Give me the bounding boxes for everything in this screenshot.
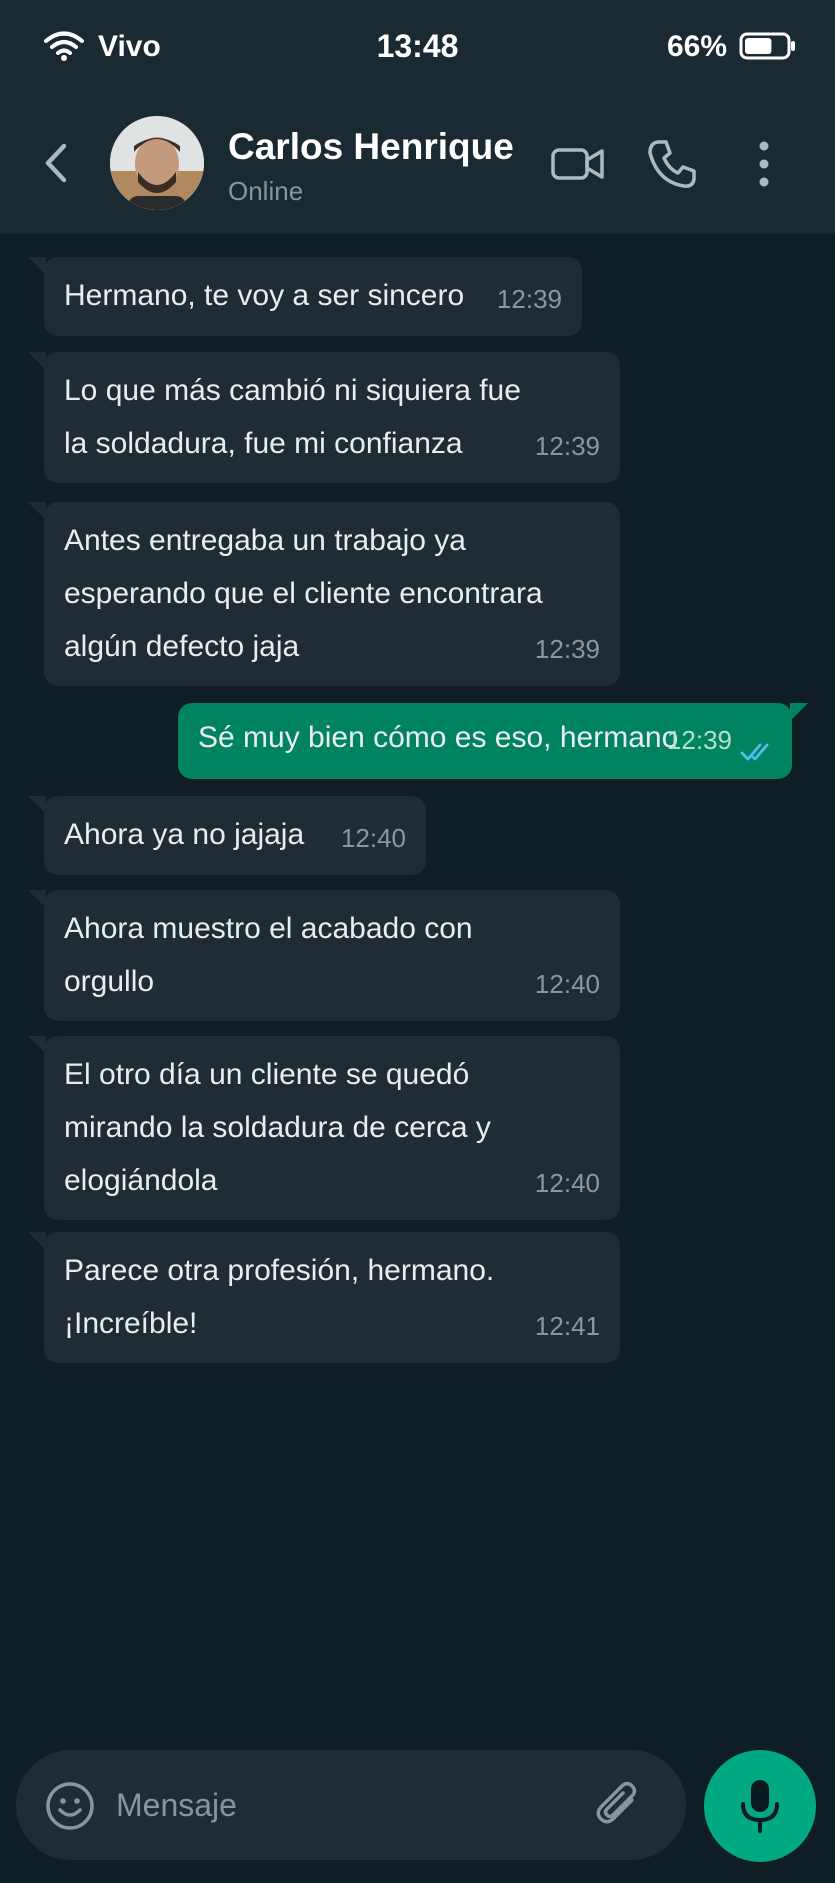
- attach-icon[interactable]: [592, 1776, 648, 1834]
- phone-icon[interactable]: [644, 136, 700, 192]
- message-composer: [16, 1750, 686, 1860]
- contact-status: Online: [228, 176, 304, 206]
- chat-screen: Vivo 13:48 66% Carlos Henrique Online He…: [0, 0, 835, 1883]
- message-time: 12:39: [534, 431, 600, 461]
- message-time: 12:40: [534, 1168, 600, 1198]
- message-text: Hermano, te voy a ser sincero: [64, 279, 465, 312]
- message-bubble[interactable]: Antes entregaba un trabajo ya esperando …: [28, 502, 620, 686]
- message-bubble[interactable]: Ahora muestro el acabado con orgullo 12:…: [28, 890, 620, 1021]
- message-text: Parece otra profesión, hermano. ¡Increíb…: [64, 1254, 495, 1340]
- video-camera-icon[interactable]: [550, 136, 606, 192]
- microphone-button[interactable]: [704, 1750, 816, 1862]
- message-time: 12:39: [534, 634, 600, 664]
- avatar-photo: [110, 116, 204, 210]
- message-bubble[interactable]: El otro día un cliente se quedó mirando …: [28, 1036, 620, 1220]
- double-check-icon: [740, 743, 769, 761]
- message-text: Lo que más cambió ni siquiera fue la sol…: [64, 374, 521, 460]
- message-bubble-outgoing[interactable]: Sé muy bien cómo es eso, hermano 12:39: [178, 703, 808, 779]
- microphone-icon: [741, 1780, 779, 1833]
- message-text: Antes entregaba un trabajo ya esperando …: [64, 524, 543, 663]
- message-time: 12:40: [534, 969, 600, 999]
- message-bubble[interactable]: Lo que más cambió ni siquiera fue la sol…: [28, 352, 620, 483]
- message-time: 12:40: [340, 823, 406, 853]
- message-bubble[interactable]: Ahora ya no jajaja 12:40: [28, 796, 426, 875]
- status-bar: Vivo 13:48 66%: [0, 0, 835, 92]
- back-arrow-icon[interactable]: [36, 138, 76, 188]
- message-time: 12:41: [534, 1311, 600, 1341]
- more-vertical-icon[interactable]: [742, 136, 786, 192]
- emoji-icon[interactable]: [44, 1780, 96, 1832]
- battery-percent: 66%: [666, 30, 727, 63]
- message-input[interactable]: [116, 1776, 576, 1834]
- message-bubble[interactable]: Hermano, te voy a ser sincero 12:39: [28, 257, 582, 336]
- message-time: 12:39: [496, 284, 562, 314]
- contact-name[interactable]: Carlos Henrique: [228, 126, 514, 168]
- message-text: El otro día un cliente se quedó mirando …: [64, 1058, 491, 1197]
- chat-header: Carlos Henrique Online: [0, 92, 835, 234]
- battery-icon: [739, 32, 795, 60]
- avatar[interactable]: [110, 116, 204, 210]
- message-bubble[interactable]: Parece otra profesión, hermano. ¡Increíb…: [28, 1232, 620, 1363]
- message-text: Ahora muestro el acabado con orgullo: [64, 912, 473, 998]
- message-list[interactable]: Hermano, te voy a ser sincero 12:39 Lo q…: [0, 234, 835, 1734]
- message-time: 12:39: [666, 725, 732, 755]
